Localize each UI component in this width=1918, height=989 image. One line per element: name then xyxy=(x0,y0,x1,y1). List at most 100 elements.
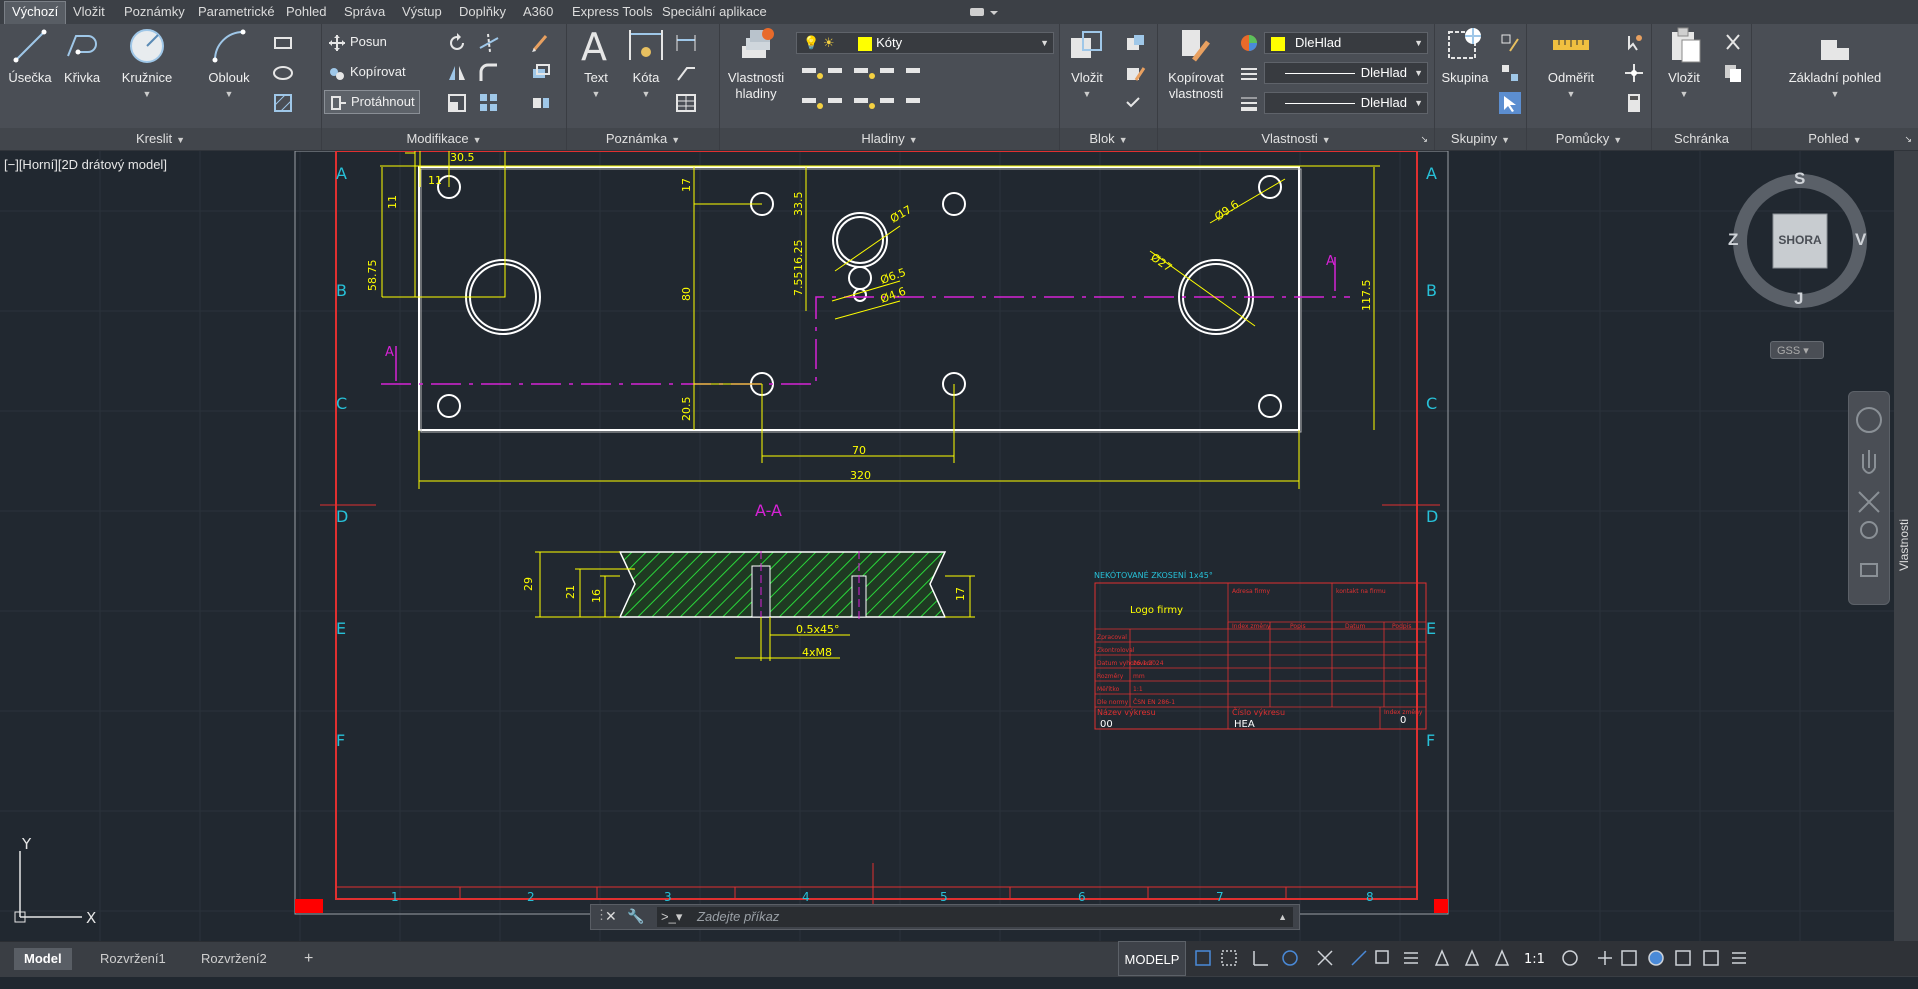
panel-launcher-icon[interactable]: ↘ xyxy=(1420,128,1428,150)
tab-vychozi[interactable]: Výchozí xyxy=(4,1,67,24)
wrench-icon[interactable]: 🔧 xyxy=(627,908,644,925)
polar-icon xyxy=(1282,950,1298,966)
viewcube-south[interactable]: J xyxy=(1794,289,1803,309)
posun-button[interactable]: Posun xyxy=(328,30,387,54)
properties-panel-label[interactable]: Vlastnosti xyxy=(1897,519,1911,571)
viewcube-west[interactable]: Z xyxy=(1728,230,1738,250)
hatch-icon[interactable] xyxy=(272,92,294,114)
linetype-dropdown[interactable]: DleHlad ▼ xyxy=(1264,62,1428,84)
oblouk-dropdown-arrow[interactable]: ▼ xyxy=(194,86,264,102)
kopirovat-button[interactable]: Kopírovat xyxy=(328,60,406,84)
lineweight-status-icon xyxy=(1404,952,1418,964)
explode-icon[interactable] xyxy=(530,92,552,114)
tab-a360[interactable]: A360 xyxy=(516,2,560,22)
ungroup-icon[interactable] xyxy=(1499,32,1521,54)
edit-block-icon[interactable] xyxy=(1124,62,1146,84)
skupina-button[interactable]: Skupina xyxy=(1435,26,1495,86)
array-icon[interactable] xyxy=(478,92,500,114)
panel-pomucky-title[interactable]: Pomůcky ▼ xyxy=(1527,128,1651,150)
tab-model[interactable]: Model xyxy=(14,948,72,970)
panel-vlastnosti-title[interactable]: Vlastnosti ▼ ↘ xyxy=(1158,128,1434,150)
trim-icon[interactable] xyxy=(478,32,500,54)
block-attributes-icon[interactable] xyxy=(1124,92,1146,114)
viewcube-face-label[interactable]: SHORA xyxy=(1773,233,1827,247)
group-edit-icon[interactable] xyxy=(1499,62,1521,84)
linear-dim-icon[interactable] xyxy=(675,32,697,54)
leader-icon[interactable] xyxy=(675,62,697,84)
drawing-area[interactable]: [−][Horní][2D drátový model] A B C D E F… xyxy=(0,151,1894,941)
schranka-vlozit-button[interactable]: Vložit ▼ xyxy=(1654,26,1714,102)
oblouk-button[interactable]: Oblouk ▼ xyxy=(194,26,264,102)
group-selection-icon[interactable] xyxy=(1499,92,1521,114)
model-space-toggle[interactable]: MODELP xyxy=(1118,941,1186,976)
create-block-icon[interactable] xyxy=(1124,32,1146,54)
tab-sprava[interactable]: Správa xyxy=(337,2,392,22)
erase-brush-icon[interactable] xyxy=(530,32,552,54)
color-wheel-icon[interactable] xyxy=(1238,32,1260,54)
krivka-button[interactable]: Křivka xyxy=(56,26,108,86)
tab-specialni-aplikace[interactable]: Speciální aplikace xyxy=(655,2,774,22)
ucs-menu-button[interactable]: GSS ▾ xyxy=(1770,341,1824,359)
tab-poznamky[interactable]: Poznámky xyxy=(117,2,192,22)
tab-express-tools[interactable]: Express Tools xyxy=(565,2,660,22)
viewcube[interactable]: SHORA S J Z V xyxy=(1728,169,1870,311)
close-icon[interactable]: ✕ xyxy=(605,908,617,925)
tab-vlozit[interactable]: Vložit xyxy=(66,2,112,22)
viewcube-east[interactable]: V xyxy=(1855,230,1866,250)
kruznice-dropdown-arrow[interactable]: ▼ xyxy=(112,86,182,102)
tab-doplnky[interactable]: Doplňky xyxy=(452,2,513,22)
kota-button[interactable]: Kóta ▼ xyxy=(623,26,669,102)
circle-icon xyxy=(130,29,164,63)
panel-modifikace-title[interactable]: Modifikace ▼ xyxy=(322,128,566,150)
panel-pohled-title[interactable]: Pohled ▼ ↘ xyxy=(1752,128,1918,150)
tab-rozvrzeni2[interactable]: Rozvržení2 xyxy=(191,948,277,970)
viewcube-north[interactable]: S xyxy=(1794,169,1805,189)
rotate-icon[interactable] xyxy=(446,32,468,54)
layer-tool-icons[interactable] xyxy=(800,64,940,124)
zakladni-pohled-button[interactable]: Základní pohled ▼ xyxy=(1762,26,1908,102)
tab-parametricke[interactable]: Parametrické xyxy=(191,2,282,22)
kopirovat-vlastnosti-button[interactable]: Kopírovat vlastnosti xyxy=(1160,26,1232,102)
blok-vlozit-button[interactable]: Vložit ▼ xyxy=(1062,26,1112,102)
zone-letter: E xyxy=(336,619,346,638)
tb-row-key: Rozměry xyxy=(1097,673,1124,680)
ellipse-icon[interactable] xyxy=(272,62,294,84)
copy-clip-icon[interactable] xyxy=(1722,62,1744,84)
lineweight-dropdown[interactable]: DleHlad ▼ xyxy=(1264,92,1428,114)
point-icon[interactable] xyxy=(1623,62,1645,84)
scale-icon[interactable] xyxy=(446,92,468,114)
layer-dropdown[interactable]: 💡 ☀ Kóty ▼ xyxy=(796,32,1054,54)
table-icon[interactable] xyxy=(675,92,697,114)
kruznice-button[interactable]: Kružnice ▼ xyxy=(112,26,182,102)
tab-overflow-toggle[interactable] xyxy=(968,4,1000,20)
offset-icon[interactable] xyxy=(530,62,552,84)
tb-header: Popis xyxy=(1290,623,1306,630)
text-button[interactable]: A Text ▼ xyxy=(573,26,619,102)
tab-vystup[interactable]: Výstup xyxy=(395,2,449,22)
calculator-icon[interactable] xyxy=(1623,92,1645,114)
protahnout-button[interactable]: Protáhnout xyxy=(324,90,420,114)
usecka-button[interactable]: Úsečka xyxy=(4,26,56,86)
panel-blok-title[interactable]: Blok ▼ xyxy=(1060,128,1157,150)
properties-side-panel[interactable]: Vlastnosti xyxy=(1894,151,1918,941)
tab-pohled[interactable]: Pohled xyxy=(279,2,333,22)
lineweight-icon[interactable] xyxy=(1238,92,1260,114)
rectangle-icon[interactable] xyxy=(272,32,294,54)
add-layout-button[interactable]: + xyxy=(294,948,323,970)
cut-icon[interactable] xyxy=(1722,32,1744,54)
command-input[interactable]: >_▾ Zadejte příkaz ▲ xyxy=(657,907,1293,927)
mirror-icon[interactable] xyxy=(446,62,468,84)
panel-kreslit-title[interactable]: Kreslit ▼ xyxy=(0,128,321,150)
panel-skupiny-title[interactable]: Skupiny ▼ xyxy=(1435,128,1526,150)
fillet-icon[interactable] xyxy=(478,62,500,84)
panel-hladiny-title[interactable]: Hladiny ▼ xyxy=(720,128,1059,150)
linetype-icon[interactable] xyxy=(1238,62,1260,84)
vlastnosti-hladiny-button[interactable]: Vlastnosti hladiny xyxy=(724,26,788,102)
panel-pohled-launcher-icon[interactable]: ↘ xyxy=(1904,128,1912,150)
command-history-icon[interactable]: ▲ xyxy=(1278,907,1287,927)
tab-rozvrzeni1[interactable]: Rozvržení1 xyxy=(90,948,176,970)
color-dropdown[interactable]: DleHlad ▼ xyxy=(1264,32,1428,54)
odmerit-button[interactable]: Odměřit ▼ xyxy=(1531,26,1611,102)
quick-select-icon[interactable] xyxy=(1623,32,1645,54)
panel-poznamka-title[interactable]: Poznámka ▼ xyxy=(567,128,719,150)
